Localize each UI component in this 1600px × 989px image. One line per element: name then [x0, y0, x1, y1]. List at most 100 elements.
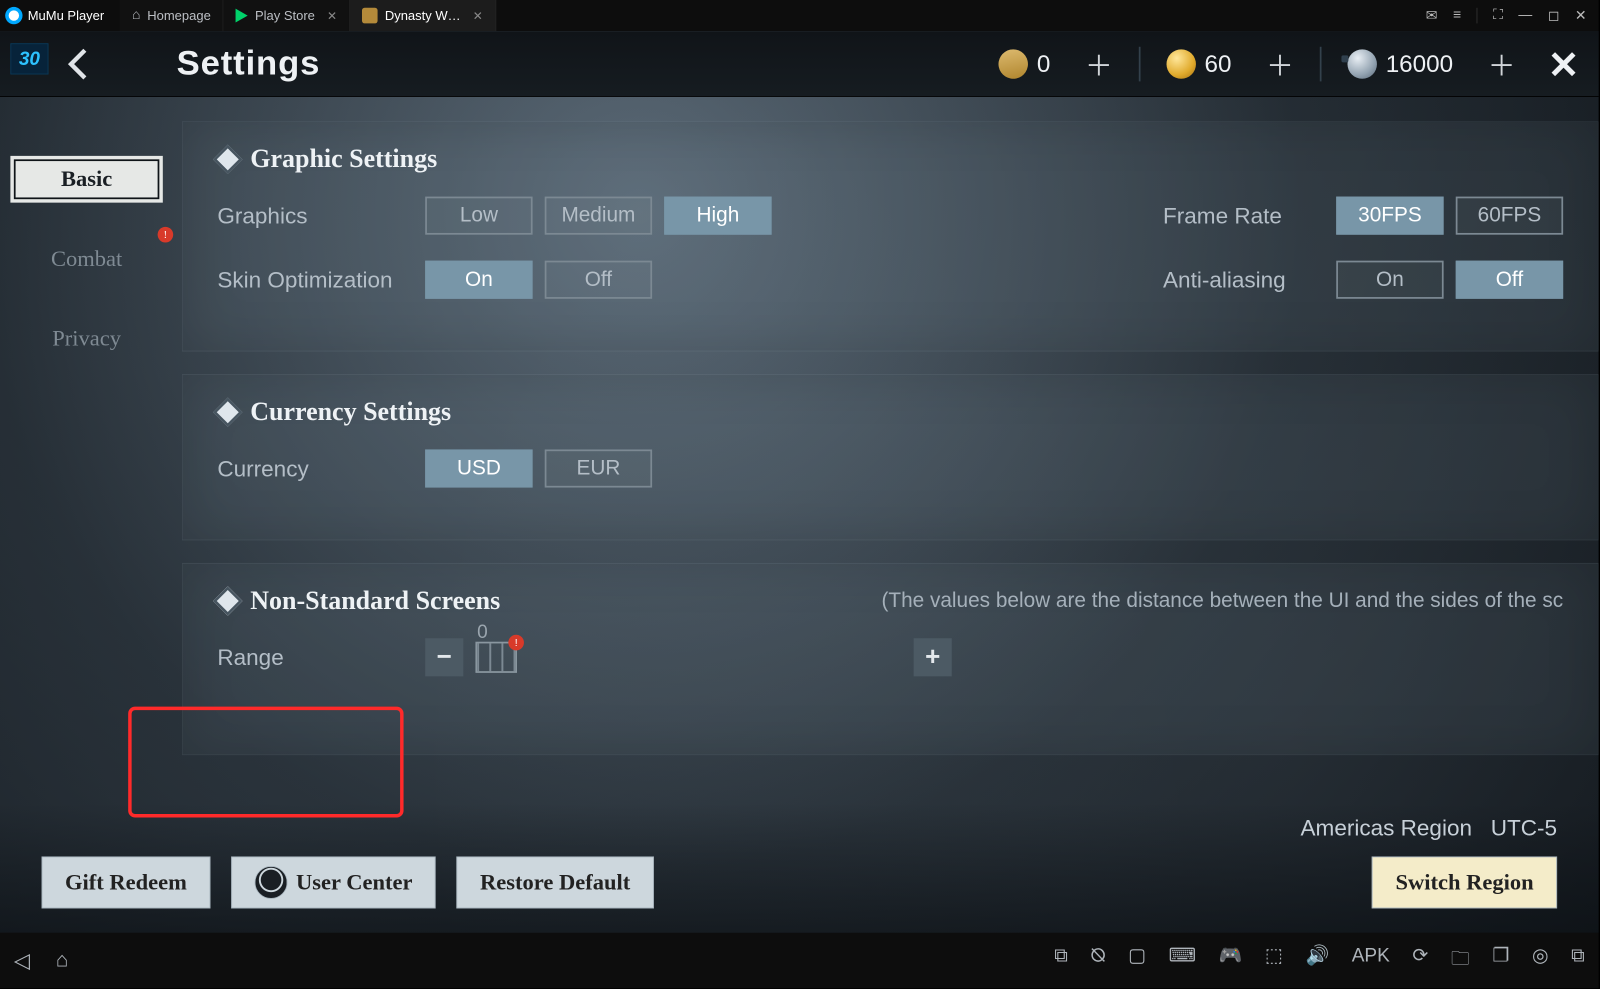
- user-center-icon: [254, 866, 287, 899]
- level-badge[interactable]: 30: [10, 43, 48, 74]
- range-slider[interactable]: 0 !: [475, 642, 517, 673]
- currency-bar: 0 ＋ 60 ＋ 16000 ＋: [981, 44, 1532, 84]
- close-tab-icon[interactable]: ✕: [473, 8, 483, 23]
- add-scroll-button[interactable]: ＋: [1085, 44, 1113, 84]
- sidebar-item-label: Privacy: [52, 326, 121, 352]
- sidebar-item-label: Basic: [61, 166, 112, 192]
- region-timezone: UTC-5: [1491, 815, 1557, 841]
- option-aa-on[interactable]: On: [1336, 261, 1443, 299]
- multi-window-icon[interactable]: ▢: [1128, 944, 1146, 977]
- copy-icon[interactable]: ❐: [1492, 944, 1509, 977]
- user-center-button[interactable]: User Center: [231, 856, 436, 908]
- option-currency-usd[interactable]: USD: [425, 449, 532, 487]
- gift-redeem-button[interactable]: Gift Redeem: [42, 856, 211, 908]
- close-window-icon[interactable]: ✕: [1575, 7, 1587, 24]
- option-aa-off[interactable]: Off: [1456, 261, 1563, 299]
- settings-footer: Americas Region UTC-5 Gift Redeem User C…: [0, 803, 1599, 933]
- rotate-icon[interactable]: ⟳: [1412, 944, 1428, 977]
- panel-graphic-settings: Graphic Settings Graphics Low Medium Hig…: [182, 121, 1599, 351]
- range-value: 0: [477, 621, 488, 644]
- setting-label-graphics: Graphics: [217, 202, 425, 229]
- record-icon[interactable]: ⧉: [1054, 944, 1068, 977]
- range-increment-button[interactable]: +: [914, 638, 952, 676]
- option-frame-30[interactable]: 30FPS: [1336, 197, 1443, 235]
- option-skin-on[interactable]: On: [425, 261, 532, 299]
- clone-icon[interactable]: ⧉: [1571, 944, 1585, 977]
- emulator-tab-playstore[interactable]: Play Store ✕: [224, 0, 350, 31]
- emulator-logo-icon: [5, 7, 22, 24]
- range-decrement-button[interactable]: −: [425, 638, 463, 676]
- location-icon[interactable]: ◎: [1532, 944, 1549, 977]
- currency-coin: 16000 ＋: [1330, 44, 1533, 84]
- separator: [1139, 46, 1141, 81]
- setting-label-currency: Currency: [217, 455, 425, 482]
- panel-title: Graphic Settings: [250, 145, 437, 174]
- diamond-icon: [213, 398, 242, 427]
- nav-back-button[interactable]: ◁: [14, 948, 30, 973]
- game-area: 30 Settings 0 ＋ 60 ＋ 16000 ＋: [0, 31, 1599, 933]
- region-name: Americas Region: [1301, 815, 1472, 841]
- option-graphics-medium[interactable]: Medium: [545, 197, 652, 235]
- notification-badge-icon: !: [508, 635, 524, 651]
- separator: [1477, 8, 1478, 24]
- emulator-bottom-bar: ◁ ⌂ ⧉ ⦰ ▢ ⌨ 🎮 ⬚ 🔊 APK ⟳ 🗀 ❐ ◎ ⧉: [0, 933, 1599, 988]
- sidebar-item-basic[interactable]: Basic: [10, 156, 162, 203]
- keyboard-icon[interactable]: ⌨: [1169, 944, 1197, 977]
- add-coin-button[interactable]: ＋: [1488, 44, 1516, 84]
- emulator-tab-homepage[interactable]: ⌂ Homepage: [120, 0, 224, 31]
- emulator-tab-label: Homepage: [147, 8, 211, 23]
- close-tab-icon[interactable]: ✕: [327, 8, 337, 23]
- button-label: Switch Region: [1395, 869, 1533, 895]
- button-label: Gift Redeem: [65, 869, 187, 895]
- sidebar-item-label: Combat: [51, 246, 122, 272]
- sidebar-item-combat[interactable]: Combat !: [10, 236, 162, 283]
- mail-icon[interactable]: ✉: [1426, 7, 1438, 24]
- option-graphics-low[interactable]: Low: [425, 197, 532, 235]
- option-graphics-high[interactable]: High: [664, 197, 771, 235]
- switch-region-button[interactable]: Switch Region: [1372, 856, 1557, 908]
- gamepad-icon[interactable]: 🎮: [1219, 944, 1243, 977]
- option-skin-off[interactable]: Off: [545, 261, 652, 299]
- sidebar-item-privacy[interactable]: Privacy: [10, 315, 162, 362]
- scroll-icon: [996, 46, 1031, 81]
- separator: [1320, 46, 1322, 81]
- restore-default-button[interactable]: Restore Default: [457, 856, 654, 908]
- chevron-left-icon: [66, 46, 90, 81]
- volume-icon[interactable]: 🔊: [1305, 944, 1329, 977]
- setting-label-frame-rate: Frame Rate: [1163, 202, 1336, 229]
- currency-value: 0: [1037, 50, 1050, 78]
- nav-home-button[interactable]: ⌂: [56, 948, 69, 972]
- maximize-icon[interactable]: ◻: [1548, 7, 1560, 24]
- emulator-title: MuMu Player: [28, 8, 105, 23]
- diamond-icon: [213, 586, 242, 615]
- emulator-toolbar: ⧉ ⦰ ▢ ⌨ 🎮 ⬚ 🔊 APK ⟳ 🗀 ❐ ◎ ⧉: [1054, 944, 1585, 977]
- option-frame-60[interactable]: 60FPS: [1456, 197, 1563, 235]
- minimize-icon[interactable]: —: [1518, 8, 1532, 24]
- emulator-top-bar: MuMu Player ⌂ Homepage Play Store ✕ Dyna…: [0, 0, 1599, 31]
- page-title: Settings: [177, 44, 321, 83]
- snip-icon[interactable]: ⬚: [1265, 944, 1283, 977]
- option-currency-eur[interactable]: EUR: [545, 449, 652, 487]
- add-gold-button[interactable]: ＋: [1266, 44, 1294, 84]
- camera-off-icon[interactable]: ⦰: [1090, 944, 1105, 977]
- panel-non-standard-screens: Non-Standard Screens (The values below a…: [182, 563, 1599, 755]
- emulator-tab-label: Dynasty W…: [385, 8, 461, 23]
- emulator-tab-label: Play Store: [255, 8, 315, 23]
- region-info: Americas Region UTC-5: [1301, 815, 1558, 842]
- game-icon: [362, 8, 378, 24]
- panel-title: Non-Standard Screens: [250, 586, 500, 615]
- game-header: 30 Settings 0 ＋ 60 ＋ 16000 ＋: [0, 31, 1599, 97]
- apk-icon[interactable]: APK: [1352, 944, 1390, 977]
- fullscreen-icon[interactable]: ⛶: [1493, 8, 1503, 24]
- menu-icon[interactable]: ≡: [1453, 8, 1461, 24]
- notification-badge-icon: !: [158, 227, 174, 243]
- gold-icon: [1166, 49, 1195, 78]
- close-settings-button[interactable]: ✕: [1548, 43, 1580, 87]
- back-button[interactable]: [66, 46, 90, 81]
- panel-subtitle: (The values below are the distance betwe…: [881, 589, 1563, 613]
- folder-icon[interactable]: 🗀: [1451, 944, 1470, 977]
- currency-value: 16000: [1386, 50, 1453, 78]
- currency-gold: 60 ＋: [1149, 44, 1311, 84]
- emulator-tab-game[interactable]: Dynasty W… ✕: [350, 0, 496, 31]
- button-label: Restore Default: [480, 869, 630, 895]
